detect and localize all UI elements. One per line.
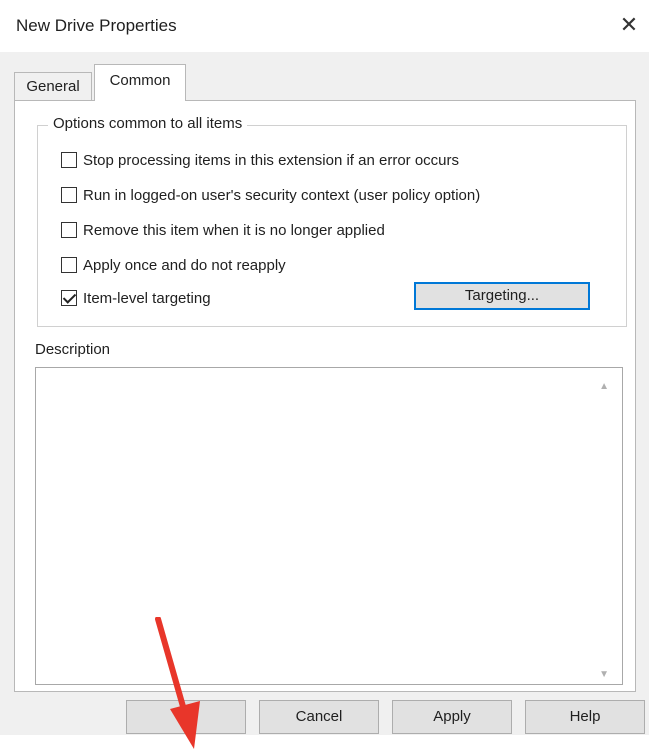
stop-processing-checkbox[interactable] [61, 152, 77, 168]
red-arrow-icon [155, 617, 200, 749]
cancel-button[interactable]: Cancel [259, 700, 379, 734]
tab-common[interactable]: Common [94, 64, 186, 101]
description-label: Description [35, 341, 111, 358]
targeting-button[interactable]: Targeting... [414, 282, 590, 310]
tab-general[interactable]: General [14, 72, 92, 100]
scroll-up-icon[interactable]: ▲ [599, 381, 609, 392]
item-level-targeting-option[interactable]: Item-level targeting [61, 287, 211, 309]
close-icon[interactable]: ✕ [614, 10, 644, 40]
item-level-targeting-label: Item-level targeting [83, 289, 211, 307]
scroll-down-icon[interactable]: ▼ [599, 669, 609, 683]
dialog-client-area: General Common Options common to all ite… [0, 52, 649, 749]
run-as-user-checkbox[interactable] [61, 187, 77, 203]
common-tab-panel: Options common to all items Stop process… [14, 100, 636, 692]
apply-once-option[interactable]: Apply once and do not reapply [61, 254, 286, 276]
remove-item-label: Remove this item when it is no longer ap… [83, 221, 385, 239]
options-group-legend: Options common to all items [48, 115, 248, 132]
remove-item-checkbox[interactable] [61, 222, 77, 238]
apply-button[interactable]: Apply [392, 700, 512, 734]
apply-once-checkbox[interactable] [61, 257, 77, 273]
run-as-user-label: Run in logged-on user's security context… [83, 186, 481, 204]
stop-processing-option[interactable]: Stop processing items in this extension … [61, 149, 459, 171]
title-bar: New Drive Properties ✕ [0, 0, 649, 52]
run-as-user-option[interactable]: Run in logged-on user's security context… [61, 184, 480, 206]
item-level-targeting-checkbox[interactable] [61, 290, 77, 306]
apply-once-label: Apply once and do not reapply [83, 256, 286, 274]
dialog-title: New Drive Properties [16, 16, 177, 35]
description-textarea[interactable] [35, 367, 623, 685]
help-button[interactable]: Help [525, 700, 645, 734]
stop-processing-label: Stop processing items in this extension … [83, 151, 460, 169]
remove-item-option[interactable]: Remove this item when it is no longer ap… [61, 219, 385, 241]
